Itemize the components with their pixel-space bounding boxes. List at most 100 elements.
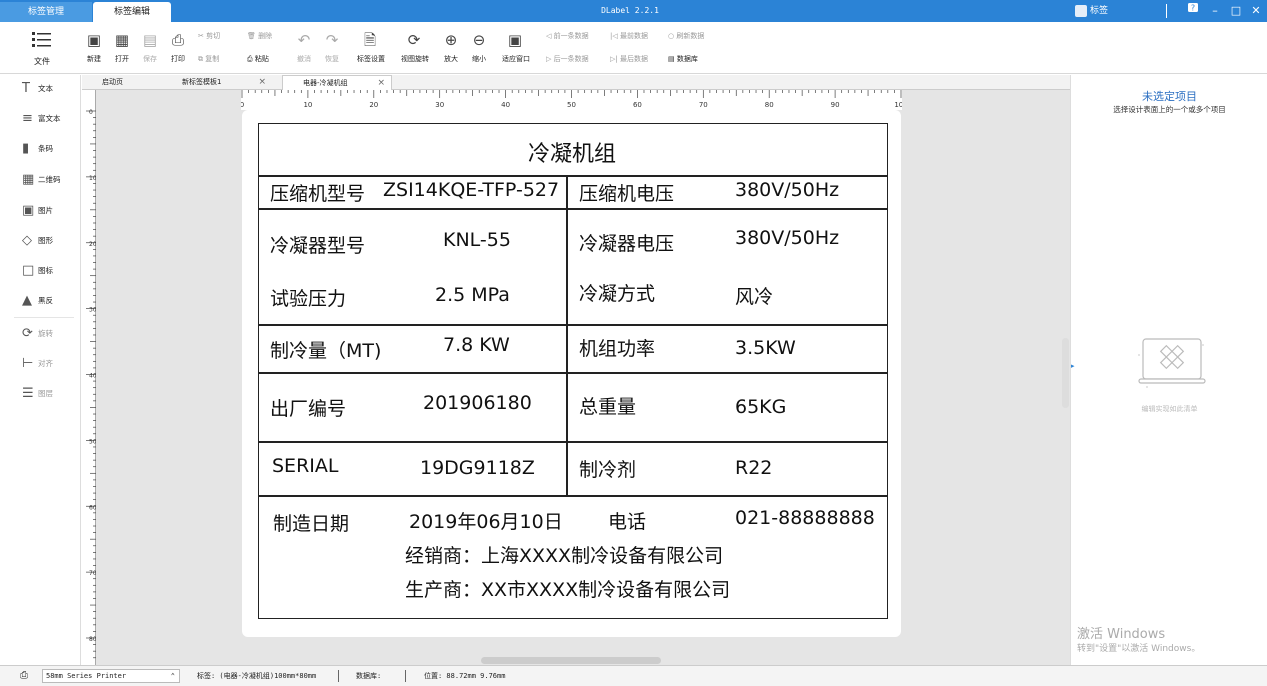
tool-rotate[interactable]: ⟳旋转 xyxy=(22,323,53,345)
zoom-in-button[interactable]: ⊕放大 xyxy=(438,30,464,64)
next-record-button[interactable]: ▷ 后一条数据 xyxy=(546,54,589,64)
new-button[interactable]: ▣新建 xyxy=(81,30,107,64)
first-record-button[interactable]: |◁ 最前数据 xyxy=(610,31,648,41)
document-tabs: 启动页 新标签模板1× 电器-冷凝机组× xyxy=(82,75,1070,90)
ruler-label: 60 xyxy=(89,504,96,511)
manufacturer-line: 生产商：XX市XXXX制冷设备有限公司 xyxy=(405,575,730,602)
qrcode-icon: ▦ xyxy=(22,169,38,191)
cell-test-pressure-value: 2.5 MPa xyxy=(435,284,510,306)
redo-button[interactable]: ↷恢复 xyxy=(319,30,345,64)
tool-image[interactable]: ▣图片 xyxy=(22,200,53,222)
activation-watermark-title: 激活 Windows xyxy=(1077,623,1165,642)
tool-text[interactable]: T文本 xyxy=(22,78,53,100)
ruler-label: 0 xyxy=(89,109,93,116)
svg-text:?: ? xyxy=(1191,4,1195,13)
zoom-out-icon: ⊖ xyxy=(466,30,492,50)
paste-label: 粘贴 xyxy=(255,55,269,63)
table-line xyxy=(566,175,568,496)
fit-window-button[interactable]: ▣适应窗口 xyxy=(502,30,528,64)
close-tab-icon[interactable]: × xyxy=(258,75,266,90)
ruler-label: 20 xyxy=(369,101,378,109)
vertical-scrollbar[interactable] xyxy=(1062,338,1069,408)
tool-layer[interactable]: ☰图层 xyxy=(22,383,53,405)
new-label: 新建 xyxy=(81,54,107,64)
undo-button[interactable]: ↶撤消 xyxy=(291,30,317,64)
tab-condenser-unit[interactable]: 电器-冷凝机组× xyxy=(282,75,392,90)
open-button[interactable]: ▦打开 xyxy=(109,30,135,64)
view-rotate-button[interactable]: ⟳视图旋转 xyxy=(401,30,427,64)
copy-button[interactable]: ⧉ 复制 xyxy=(198,54,219,64)
label-paper[interactable]: 冷凝机组 压缩机型号 ZSI14KQE-TFP-527 压缩机电压 380V/5… xyxy=(242,110,901,637)
manufacture-date-value: 2019年06月10日 xyxy=(409,507,563,534)
ruler-label: 70 xyxy=(699,101,708,109)
status-bar: ⎙ 58mm Series Printer⌃ 标签: (电器-冷凝机组)100m… xyxy=(0,665,1267,686)
tool-shape[interactable]: ◇图形 xyxy=(22,230,53,252)
ruler-label: 20 xyxy=(89,241,96,248)
tab-start-page[interactable]: 启动页 xyxy=(82,75,162,90)
tab-start-label: 启动页 xyxy=(102,78,123,86)
ruler-label: 10 xyxy=(303,101,312,109)
table-line xyxy=(259,495,887,497)
tool-rich-text[interactable]: ≡富文本 xyxy=(22,108,61,130)
document-settings-icon: 🗎 xyxy=(357,30,383,50)
cell-compressor-voltage-label: 压缩机电压 xyxy=(579,179,674,206)
properties-title: 未选定项目 xyxy=(1071,88,1267,104)
status-divider xyxy=(405,670,406,682)
tool-icon[interactable]: □图标 xyxy=(22,260,53,282)
printer-select[interactable]: 58mm Series Printer⌃ xyxy=(42,669,180,683)
table-line xyxy=(259,441,887,443)
user-menu[interactable]: 标签 xyxy=(1075,0,1108,22)
close-tab-icon[interactable]: × xyxy=(377,76,385,91)
tool-inverse[interactable]: ▲黑反 xyxy=(22,290,53,312)
horizontal-scrollbar[interactable] xyxy=(481,657,661,664)
cursor-position: 位置: 88.72mm 9.76mm xyxy=(424,666,505,686)
toolbar: 文件 ▣新建 ▦打开 ▤保存 ⎙打印 ✂ 剪切 ⧉ 复制 🗑 删除 ⎙ 粘贴 ↶… xyxy=(0,22,1267,74)
tool-image-label: 图片 xyxy=(38,206,53,215)
ruler-label: 50 xyxy=(567,101,576,109)
cell-total-weight-label: 总重量 xyxy=(579,392,636,419)
file-menu-button[interactable]: 文件 xyxy=(22,30,62,70)
delete-button[interactable]: 🗑 删除 xyxy=(247,31,272,41)
tab-label-management[interactable]: 标签管理 xyxy=(0,2,92,22)
rich-text-icon: ≡ xyxy=(22,108,38,130)
label-content[interactable]: 冷凝机组 压缩机型号 ZSI14KQE-TFP-527 压缩机电压 380V/5… xyxy=(258,123,888,619)
rotate-view-icon: ⟳ xyxy=(401,30,427,50)
paste-button[interactable]: ⎙ 粘贴 xyxy=(247,54,269,64)
activation-watermark-subtitle: 转到"设置"以激活 Windows。 xyxy=(1077,641,1200,654)
ruler-label: 80 xyxy=(89,636,96,643)
prev-record-button[interactable]: ◁ 前一条数据 xyxy=(546,31,589,41)
refresh-data-button[interactable]: ○ 刷新数据 xyxy=(668,31,704,41)
tool-align[interactable]: ⊢对齐 xyxy=(22,353,53,375)
tab-label-editing[interactable]: 标签编辑 xyxy=(93,2,171,22)
tool-qrcode[interactable]: ▦二维码 xyxy=(22,169,61,191)
text-icon: T xyxy=(22,78,38,100)
design-canvas[interactable]: 冷凝机组 压缩机型号 ZSI14KQE-TFP-527 压缩机电压 380V/5… xyxy=(96,90,1070,665)
save-button[interactable]: ▤保存 xyxy=(137,30,163,64)
database-button[interactable]: ▤ 数据库 xyxy=(668,54,698,64)
last-record-button[interactable]: ▷| 最后数据 xyxy=(610,54,648,64)
next-record-label: 后一条数据 xyxy=(554,55,589,63)
zoom-out-button[interactable]: ⊖缩小 xyxy=(466,30,492,64)
close-button[interactable]: ✕ xyxy=(1247,0,1265,22)
tab-template-1[interactable]: 新标签模板1× xyxy=(162,75,272,90)
cell-condenser-voltage-label: 冷凝器电压 xyxy=(579,229,674,256)
print-label: 打印 xyxy=(165,54,191,64)
print-button[interactable]: ⎙打印 xyxy=(165,30,191,64)
label-title: 冷凝机组 xyxy=(259,136,885,168)
maximize-button[interactable]: □ xyxy=(1227,0,1245,22)
cut-button[interactable]: ✂ 剪切 xyxy=(198,31,220,41)
cell-refrigerant-value: R22 xyxy=(735,457,772,479)
align-icon: ⊢ xyxy=(22,353,38,375)
open-label: 打开 xyxy=(109,54,135,64)
user-icon xyxy=(1075,5,1087,17)
table-line xyxy=(259,372,887,374)
minimize-button[interactable]: – xyxy=(1206,0,1224,22)
database-label: 数据库 xyxy=(677,55,698,63)
panel-expand-arrow-icon[interactable]: ▸ xyxy=(1071,362,1075,370)
tool-barcode[interactable]: ▮条码 xyxy=(22,138,53,160)
help-icon[interactable]: ? xyxy=(1184,0,1202,22)
label-settings-button[interactable]: 🗎标签设置 xyxy=(357,30,383,64)
ruler-label: 10 xyxy=(89,175,96,182)
cell-condenser-model-value: KNL-55 xyxy=(443,229,511,251)
fit-window-label: 适应窗口 xyxy=(502,54,528,64)
